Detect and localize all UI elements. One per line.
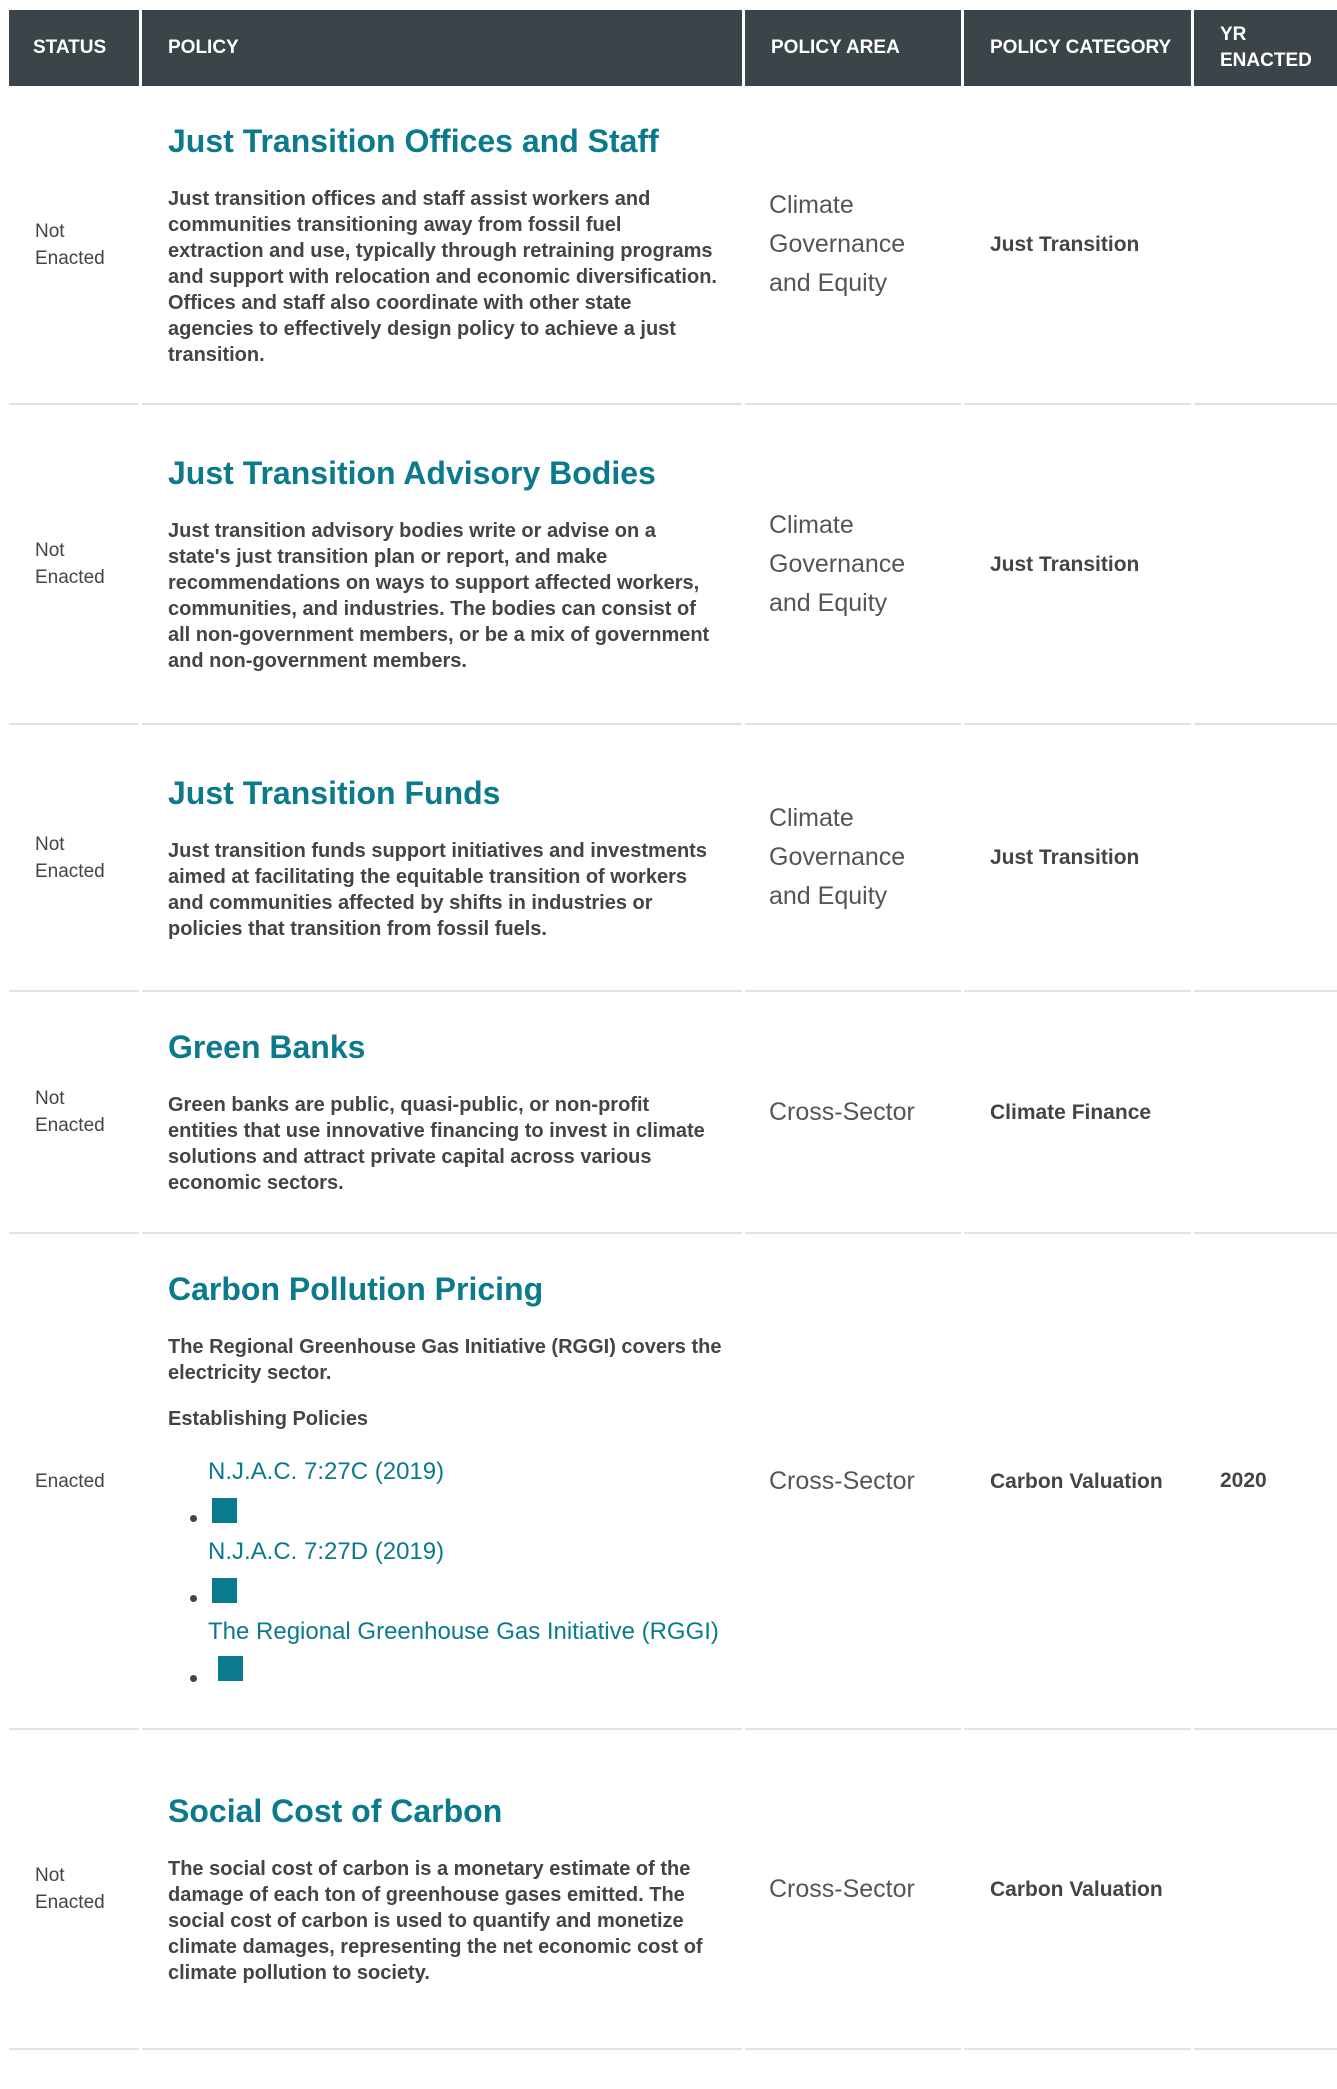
policy-description: Just transition offices and staff assist…	[168, 187, 717, 366]
policy-area-cell: Cross-Sector	[745, 1234, 961, 1730]
policy-link[interactable]: N.J.A.C. 7:27C (2019)	[208, 1452, 722, 1492]
status-cell: Not Enacted	[9, 86, 139, 405]
year-enacted-cell	[1194, 405, 1337, 725]
policy-area-cell: Climate Governance and Equity	[745, 86, 961, 405]
year-enacted-cell: 2020	[1194, 1234, 1337, 1730]
list-item: N.J.A.C. 7:27C (2019)	[190, 1452, 722, 1532]
year-enacted-cell	[1194, 1730, 1337, 2050]
header-policy-area[interactable]: POLICY AREA	[745, 10, 961, 86]
policy-link[interactable]: The Regional Greenhouse Gas Initiative (…	[208, 1618, 719, 1645]
list-bullet	[190, 1595, 197, 1602]
header-yr-enacted[interactable]: YR ENACTED	[1194, 10, 1337, 86]
policy-title-link[interactable]: Carbon Pollution Pricing	[168, 1270, 722, 1308]
policy-area-cell: Climate Governance and Equity	[745, 725, 961, 992]
policy-category-cell: Just Transition	[964, 86, 1191, 405]
policy-title-link[interactable]: Social Cost of Carbon	[168, 1792, 722, 1830]
status-cell: Not Enacted	[9, 1730, 139, 2050]
table-row: Not Enacted Just Transition Offices and …	[9, 86, 1337, 405]
list-bullet	[190, 1675, 197, 1682]
policy-description: Green banks are public, quasi-public, or…	[168, 1094, 705, 1194]
list-item: N.J.A.C. 7:27D (2019)	[190, 1532, 722, 1612]
policy-cell: Just Transition Advisory Bodies Just tra…	[142, 405, 742, 725]
header-policy-category[interactable]: POLICY CATEGORY	[964, 10, 1191, 86]
policy-title-link[interactable]: Just Transition Funds	[168, 774, 722, 812]
year-enacted-cell	[1194, 86, 1337, 405]
policy-table: STATUS POLICY POLICY AREA POLICY CATEGOR…	[6, 10, 1337, 2050]
year-enacted-cell	[1194, 992, 1337, 1234]
table-row: Not Enacted Green Banks Green banks are …	[9, 992, 1337, 1234]
list-item: The Regional Greenhouse Gas Initiative (…	[190, 1612, 722, 1692]
policy-category-cell: Carbon Valuation	[964, 1730, 1191, 2050]
table-row: Not Enacted Just Transition Funds Just t…	[9, 725, 1337, 992]
policy-area-cell: Cross-Sector	[745, 992, 961, 1234]
policy-description: The Regional Greenhouse Gas Initiative (…	[168, 1336, 722, 1384]
establishing-policies-list: N.J.A.C. 7:27C (2019) N.J.A.C. 7:27D (20…	[168, 1452, 722, 1692]
policy-area-cell: Cross-Sector	[745, 1730, 961, 2050]
table-header-row: STATUS POLICY POLICY AREA POLICY CATEGOR…	[9, 10, 1337, 86]
status-cell: Not Enacted	[9, 992, 139, 1234]
policy-category-cell: Carbon Valuation	[964, 1234, 1191, 1730]
policy-description: Just transition funds support initiative…	[168, 839, 707, 940]
policy-title-link[interactable]: Green Banks	[168, 1028, 722, 1066]
policy-category-cell: Climate Finance	[964, 992, 1191, 1234]
year-enacted-cell	[1194, 725, 1337, 992]
list-bullet	[190, 1515, 197, 1522]
policy-table-container: STATUS POLICY POLICY AREA POLICY CATEGOR…	[0, 0, 1337, 2050]
policy-title-link[interactable]: Just Transition Offices and Staff	[168, 122, 722, 160]
policy-cell: Social Cost of Carbon The social cost of…	[142, 1730, 742, 2050]
status-cell: Not Enacted	[9, 725, 139, 992]
header-status[interactable]: STATUS	[9, 10, 139, 86]
policy-cell: Just Transition Offices and Staff Just t…	[142, 86, 742, 405]
policy-description: Just transition advisory bodies write or…	[168, 520, 710, 672]
policy-title-link[interactable]: Just Transition Advisory Bodies	[168, 454, 722, 492]
external-link-icon[interactable]	[212, 1578, 237, 1603]
establishing-policies-heading: Establishing Policies	[168, 1408, 369, 1430]
policy-cell: Carbon Pollution Pricing The Regional Gr…	[142, 1234, 742, 1730]
policy-area-cell: Climate Governance and Equity	[745, 405, 961, 725]
policy-category-cell: Just Transition	[964, 405, 1191, 725]
external-link-icon[interactable]	[218, 1656, 243, 1681]
policy-cell: Just Transition Funds Just transition fu…	[142, 725, 742, 992]
policy-link[interactable]: N.J.A.C. 7:27D (2019)	[208, 1532, 722, 1572]
status-cell: Enacted	[9, 1234, 139, 1730]
external-link-icon[interactable]	[212, 1498, 237, 1523]
status-cell: Not Enacted	[9, 405, 139, 725]
policy-description: The social cost of carbon is a monetary …	[168, 1858, 703, 1984]
table-row: Enacted Carbon Pollution Pricing The Reg…	[9, 1234, 1337, 1730]
table-row: Not Enacted Social Cost of Carbon The so…	[9, 1730, 1337, 2050]
header-policy[interactable]: POLICY	[142, 10, 742, 86]
policy-cell: Green Banks Green banks are public, quas…	[142, 992, 742, 1234]
policy-category-cell: Just Transition	[964, 725, 1191, 992]
table-row: Not Enacted Just Transition Advisory Bod…	[9, 405, 1337, 725]
